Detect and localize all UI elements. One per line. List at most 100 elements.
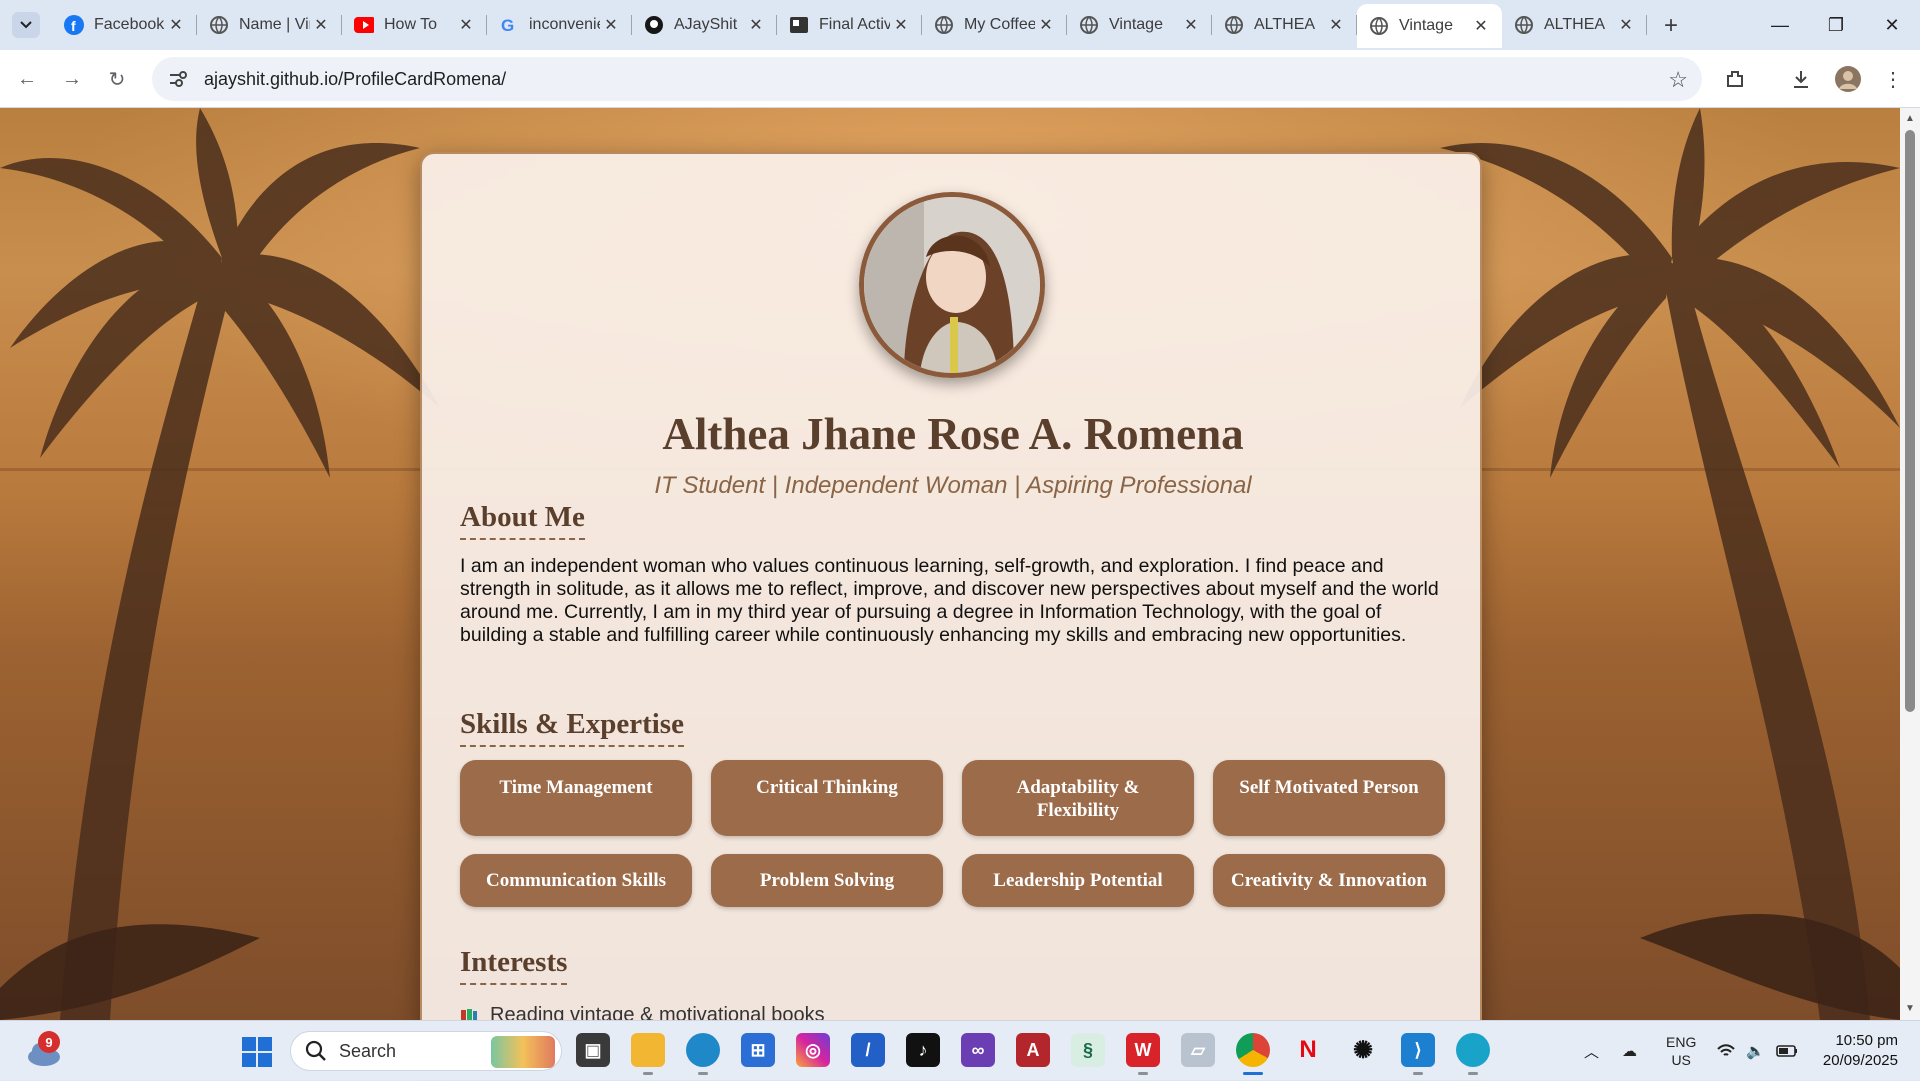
browser-tab[interactable]: G inconvenience ✕ xyxy=(487,6,632,44)
search-highlight-image xyxy=(491,1036,555,1068)
forward-arrow-icon[interactable]: → xyxy=(55,62,89,96)
tab-title: Vintage xyxy=(1109,16,1163,33)
globe-icon xyxy=(934,15,954,35)
profile-card: Althea Jhane Rose A. Romena IT Student |… xyxy=(420,152,1482,1052)
tab-title: Final Activity xyxy=(819,16,890,33)
tab-search-button[interactable] xyxy=(12,12,40,38)
browser-tab[interactable]: f Facebook ✕ xyxy=(52,6,197,44)
browser-tab[interactable]: ALTHEA ✕ xyxy=(1212,6,1357,44)
profile-avatar-icon[interactable] xyxy=(1831,62,1865,96)
system-clock[interactable]: 10:50 pm 20/09/2025 xyxy=(1823,1031,1898,1071)
close-tab-icon[interactable]: ✕ xyxy=(600,14,622,36)
language-indicator[interactable]: ENG US xyxy=(1666,1021,1696,1081)
browser-tab[interactable]: Vintage ✕ xyxy=(1067,6,1212,44)
access-icon[interactable]: A xyxy=(1016,1033,1050,1067)
profile-name: Althea Jhane Rose A. Romena xyxy=(662,409,1244,459)
restore-icon[interactable]: ❐ xyxy=(1808,0,1864,50)
browser-tab[interactable]: ALTHEA ✕ xyxy=(1502,6,1647,44)
windows-start-icon[interactable] xyxy=(242,1037,272,1067)
close-tab-icon[interactable]: ✕ xyxy=(310,14,332,36)
tab-title: Vintage xyxy=(1399,17,1453,34)
svg-text:f: f xyxy=(71,18,76,34)
tab-title: ALTHEA xyxy=(1254,16,1316,33)
browser-tab[interactable]: Name | Vintage ✕ xyxy=(197,6,342,44)
site-info-icon[interactable] xyxy=(158,70,198,88)
close-tab-icon[interactable]: ✕ xyxy=(455,14,477,36)
minimize-icon[interactable]: — xyxy=(1752,0,1808,50)
microsoft-store-icon[interactable]: ⊞ xyxy=(741,1033,775,1067)
facebook-icon: f xyxy=(64,15,84,35)
chatgpt-icon[interactable]: ✺ xyxy=(1346,1033,1380,1067)
browser-tab[interactable]: Final Activity ✕ xyxy=(777,6,922,44)
browser-tab-active[interactable]: Vintage ✕ xyxy=(1357,4,1502,48)
scroll-down-arrow-icon[interactable]: ▼ xyxy=(1903,1002,1917,1016)
close-tab-icon[interactable]: ✕ xyxy=(890,14,912,36)
file-explorer-icon[interactable] xyxy=(631,1033,665,1075)
close-window-icon[interactable]: ✕ xyxy=(1864,0,1920,50)
close-tab-icon[interactable]: ✕ xyxy=(745,14,767,36)
skill-badge: Self Motivated Person xyxy=(1213,760,1445,836)
close-tab-icon[interactable]: ✕ xyxy=(165,14,187,36)
task-view-icon[interactable]: ▣ xyxy=(576,1033,610,1067)
close-tab-icon[interactable]: ✕ xyxy=(1035,14,1057,36)
tab-list: f Facebook ✕ Name | Vintage ✕ How To ✕ G… xyxy=(52,4,1689,50)
svg-text:G: G xyxy=(501,16,514,35)
notes-app-icon[interactable]: ▱ xyxy=(1181,1033,1215,1067)
search-label: Search xyxy=(339,1040,397,1061)
close-tab-icon[interactable]: ✕ xyxy=(1470,15,1492,37)
clock-date: 20/09/2025 xyxy=(1822,1052,1898,1069)
tiktok-icon[interactable]: ♪ xyxy=(906,1033,940,1067)
windows-taskbar: 9 Search ▣ ⊞ ◎ / ♪ ∞ A § W ▱ N ✺ ⟩ ︿ ☁ E… xyxy=(0,1020,1920,1080)
weather-widget[interactable]: 9 xyxy=(24,1031,64,1071)
wifi-icon[interactable] xyxy=(1716,1021,1736,1081)
tab-title: AJayShit xyxy=(674,16,738,33)
tab-title: Name | Vintage xyxy=(239,16,310,33)
volume-icon[interactable]: 🔈 xyxy=(1746,1021,1765,1081)
show-hidden-icons[interactable]: ︿ xyxy=(1584,1021,1599,1081)
about-me-heading: About Me xyxy=(460,501,585,540)
instagram-icon[interactable]: ◎ xyxy=(796,1033,830,1067)
page-scrollbar[interactable]: ▲ ▼ xyxy=(1900,108,1920,1020)
tab-title: inconvenience xyxy=(529,16,600,33)
clock-time: 10:50 pm xyxy=(1835,1032,1898,1049)
bookmark-star-icon[interactable]: ☆ xyxy=(1668,67,1688,93)
extensions-icon[interactable] xyxy=(1718,62,1752,96)
skills-heading: Skills & Expertise xyxy=(460,708,684,747)
back-arrow-icon[interactable]: ← xyxy=(10,62,44,96)
close-tab-icon[interactable]: ✕ xyxy=(1615,14,1637,36)
reload-icon[interactable]: ↻ xyxy=(100,62,134,96)
skill-badge: Creativity & Innovation xyxy=(1213,854,1445,907)
helper-app-icon[interactable]: § xyxy=(1071,1033,1105,1067)
tab-title: ALTHEA xyxy=(1544,16,1606,33)
edge-icon[interactable] xyxy=(1456,1033,1490,1075)
new-tab-button[interactable]: + xyxy=(1653,8,1689,44)
browser-menu-icon[interactable]: ⋮ xyxy=(1876,62,1910,96)
vscode-icon[interactable]: ⟩ xyxy=(1401,1033,1435,1075)
language-code: ENG xyxy=(1666,1034,1697,1050)
skills-grid: Time Management Critical Thinking Adapta… xyxy=(460,760,1450,907)
close-tab-icon[interactable]: ✕ xyxy=(1180,14,1202,36)
taskbar-search[interactable]: Search xyxy=(290,1031,562,1071)
browser-tab[interactable]: AJayShit ✕ xyxy=(632,6,777,44)
globe-icon xyxy=(1369,16,1389,36)
address-bar[interactable]: ajayshit.github.io/ProfileCardRomena/ ☆ xyxy=(152,57,1702,101)
skill-badge: Leadership Potential xyxy=(962,854,1194,907)
download-icon[interactable] xyxy=(1784,62,1818,96)
azure-icon[interactable]: / xyxy=(851,1033,885,1067)
netflix-icon[interactable]: N xyxy=(1291,1033,1325,1067)
notification-badge: 9 xyxy=(38,1031,60,1053)
browser-tab[interactable]: My Coffee ✕ xyxy=(922,6,1067,44)
close-tab-icon[interactable]: ✕ xyxy=(1325,14,1347,36)
battery-icon[interactable] xyxy=(1776,1021,1798,1081)
browser-tab[interactable]: How To ✕ xyxy=(342,6,487,44)
scrollbar-thumb[interactable] xyxy=(1905,130,1915,712)
url-text: ajayshit.github.io/ProfileCardRomena/ xyxy=(204,68,507,89)
visual-studio-icon[interactable]: ∞ xyxy=(961,1033,995,1067)
skill-badge: Time Management xyxy=(460,760,692,836)
palm-tree-left xyxy=(0,108,440,1020)
onedrive-icon[interactable]: ☁ xyxy=(1622,1021,1637,1081)
edge-beta-icon[interactable] xyxy=(686,1033,720,1075)
chrome-icon[interactable] xyxy=(1236,1033,1270,1075)
scroll-up-arrow-icon[interactable]: ▲ xyxy=(1903,112,1917,126)
wps-office-icon[interactable]: W xyxy=(1126,1033,1160,1075)
